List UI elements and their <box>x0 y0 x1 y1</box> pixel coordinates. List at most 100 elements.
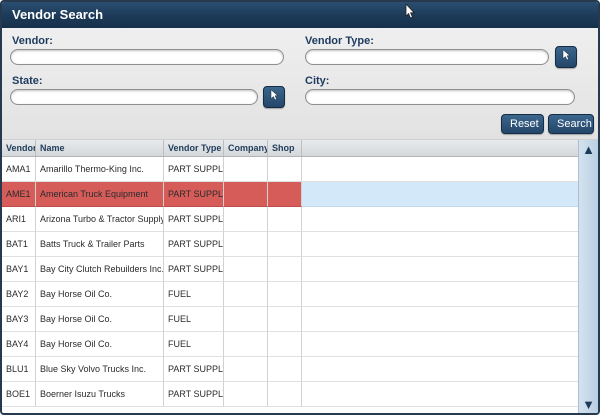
city-input[interactable] <box>305 89 575 105</box>
cell-vendor[interactable]: BAY3 <box>2 307 36 332</box>
vendor-type-input[interactable] <box>305 49 549 65</box>
city-label: City: <box>305 75 329 87</box>
table-row[interactable]: BOE1 Boerner Isuzu Trucks PART SUPPLY <box>2 382 578 407</box>
cell-vendor[interactable]: BAT1 <box>2 232 36 257</box>
vertical-scrollbar[interactable]: ▲ ▼ <box>578 140 598 413</box>
mouse-cursor <box>405 4 416 25</box>
table-row[interactable]: BAY4 Bay Horse Oil Co. FUEL <box>2 332 578 357</box>
cell-filler <box>302 382 578 407</box>
scroll-up-icon[interactable]: ▲ <box>579 140 599 158</box>
title-bar: Vendor Search <box>2 2 598 28</box>
cell-vendor[interactable]: ARI1 <box>2 207 36 232</box>
vendor-label: Vendor: <box>12 35 53 47</box>
cell-vendor[interactable]: BLU1 <box>2 357 36 382</box>
table-row[interactable]: BAY2 Bay Horse Oil Co. FUEL <box>2 282 578 307</box>
cell-shop[interactable] <box>268 382 302 407</box>
state-picker-button[interactable] <box>263 86 285 108</box>
state-label: State: <box>12 75 43 87</box>
table-row[interactable]: AME1 American Truck Equipment PART SUPPL… <box>2 182 578 207</box>
cell-shop[interactable] <box>268 357 302 382</box>
cell-vendor-type[interactable]: PART SUPPLY <box>164 257 224 282</box>
cell-vendor[interactable]: BAY1 <box>2 257 36 282</box>
cell-company[interactable] <box>224 182 268 207</box>
cell-filler <box>302 307 578 332</box>
cell-shop[interactable] <box>268 157 302 182</box>
cell-shop[interactable] <box>268 282 302 307</box>
cell-vendor-type[interactable]: PART SUPPLY <box>164 157 224 182</box>
cell-filler <box>302 282 578 307</box>
cell-name[interactable]: Blue Sky Volvo Trucks Inc. <box>36 357 164 382</box>
cell-name[interactable]: Bay Horse Oil Co. <box>36 282 164 307</box>
table-header-row: Vendor Name Vendor Type Company Shop <box>2 140 578 157</box>
cell-filler <box>302 182 578 207</box>
scrollbar-track[interactable] <box>579 158 598 395</box>
cell-company[interactable] <box>224 282 268 307</box>
col-header-vendor[interactable]: Vendor <box>2 140 36 156</box>
cell-vendor[interactable]: BAY4 <box>2 332 36 357</box>
cell-vendor[interactable]: AMA1 <box>2 157 36 182</box>
cell-vendor-type[interactable]: PART SUPPLY <box>164 207 224 232</box>
cell-company[interactable] <box>224 382 268 407</box>
cell-shop[interactable] <box>268 232 302 257</box>
cell-filler <box>302 232 578 257</box>
cell-name[interactable]: Arizona Turbo & Tractor Supply Inc. <box>36 207 164 232</box>
cell-name[interactable]: Bay City Clutch Rebuilders Inc. <box>36 257 164 282</box>
cell-shop[interactable] <box>268 207 302 232</box>
cell-filler <box>302 157 578 182</box>
table-row[interactable]: BAT1 Batts Truck & Trailer Parts PART SU… <box>2 232 578 257</box>
cell-vendor[interactable]: BAY2 <box>2 282 36 307</box>
cell-shop[interactable] <box>268 257 302 282</box>
cell-vendor-type[interactable]: PART SUPPLY <box>164 382 224 407</box>
table-row[interactable]: BAY1 Bay City Clutch Rebuilders Inc. PAR… <box>2 257 578 282</box>
state-input[interactable] <box>10 89 258 105</box>
col-header-name[interactable]: Name <box>36 140 164 156</box>
cell-vendor-type[interactable]: PART SUPPLY <box>164 357 224 382</box>
cell-company[interactable] <box>224 157 268 182</box>
col-header-vendor-type[interactable]: Vendor Type <box>164 140 224 156</box>
window-title: Vendor Search <box>12 7 103 22</box>
vendor-type-label: Vendor Type: <box>305 35 374 47</box>
table-row[interactable]: ARI1 Arizona Turbo & Tractor Supply Inc.… <box>2 207 578 232</box>
col-header-filler <box>302 140 578 156</box>
cell-company[interactable] <box>224 232 268 257</box>
cell-company[interactable] <box>224 307 268 332</box>
col-header-company[interactable]: Company <box>224 140 268 156</box>
cell-vendor[interactable]: BOE1 <box>2 382 36 407</box>
reset-button[interactable]: Reset <box>501 114 544 134</box>
hand-pointer-icon <box>560 48 572 66</box>
cell-shop[interactable] <box>268 332 302 357</box>
cell-name[interactable]: American Truck Equipment <box>36 182 164 207</box>
search-form: Vendor: Vendor Type: State: City: Reset … <box>2 28 598 140</box>
cell-vendor-type[interactable]: FUEL <box>164 307 224 332</box>
cell-name[interactable]: Batts Truck & Trailer Parts <box>36 232 164 257</box>
cell-company[interactable] <box>224 207 268 232</box>
cell-name[interactable]: Amarillo Thermo-King Inc. <box>36 157 164 182</box>
vendor-input[interactable] <box>10 49 284 65</box>
cell-name[interactable]: Boerner Isuzu Trucks <box>36 382 164 407</box>
cell-vendor-type[interactable]: PART SUPPLY <box>164 182 224 207</box>
cell-name[interactable]: Bay Horse Oil Co. <box>36 307 164 332</box>
col-header-shop[interactable]: Shop <box>268 140 302 156</box>
cell-filler <box>302 207 578 232</box>
cell-vendor-type[interactable]: FUEL <box>164 282 224 307</box>
scroll-down-icon[interactable]: ▼ <box>579 395 599 413</box>
cell-shop[interactable] <box>268 182 302 207</box>
cell-company[interactable] <box>224 332 268 357</box>
cell-vendor[interactable]: AME1 <box>2 182 36 207</box>
cell-vendor-type[interactable]: PART SUPPLY <box>164 232 224 257</box>
vendor-search-window: Vendor Search Vendor: Vendor Type: State… <box>0 0 600 415</box>
search-button[interactable]: Search <box>548 114 594 134</box>
cell-company[interactable] <box>224 357 268 382</box>
table-row[interactable]: AMA1 Amarillo Thermo-King Inc. PART SUPP… <box>2 157 578 182</box>
cell-shop[interactable] <box>268 307 302 332</box>
vendor-type-picker-button[interactable] <box>555 46 577 68</box>
cell-company[interactable] <box>224 257 268 282</box>
hand-pointer-icon <box>268 88 280 106</box>
results-table: Vendor Name Vendor Type Company Shop AMA… <box>2 140 598 413</box>
cell-name[interactable]: Bay Horse Oil Co. <box>36 332 164 357</box>
cell-filler <box>302 332 578 357</box>
cell-vendor-type[interactable]: FUEL <box>164 332 224 357</box>
cell-filler <box>302 357 578 382</box>
table-row[interactable]: BLU1 Blue Sky Volvo Trucks Inc. PART SUP… <box>2 357 578 382</box>
table-row[interactable]: BAY3 Bay Horse Oil Co. FUEL <box>2 307 578 332</box>
